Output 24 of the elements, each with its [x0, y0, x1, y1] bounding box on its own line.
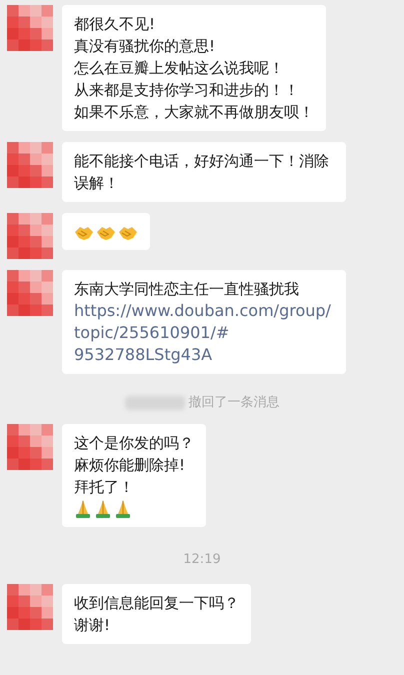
message-text: 能不能接个电话，好好沟通一下！消除误解！: [74, 151, 330, 194]
message-text: 真没有骚扰你的意思!: [74, 36, 216, 57]
handshake-icon: [118, 224, 138, 242]
message-text: 收到信息能回复一下吗？: [74, 593, 239, 614]
handshake-icon: [96, 224, 116, 242]
message-text: 麻烦你能删除掉!: [74, 454, 186, 476]
message-text: 都很久不见!: [74, 14, 156, 35]
handshake-icon: [74, 224, 94, 242]
link[interactable]: https://www.douban.com/group/topic/255610901/#9532788LStg43A: [74, 300, 334, 366]
message-text: 东南大学同性恋主任一直性骚扰我: [74, 279, 300, 300]
message-text: 这个是你发的吗？: [74, 432, 194, 454]
avatar[interactable]: [7, 584, 53, 630]
avatar[interactable]: [7, 142, 53, 188]
avatar[interactable]: [7, 213, 53, 259]
message-text: 从来都是支持你学习和进步的！！: [74, 80, 300, 101]
message-text: 拜托了！: [74, 476, 135, 498]
avatar[interactable]: [7, 424, 53, 470]
message-text: 如果不乐意，大家就不再做朋友呗！: [74, 102, 314, 123]
recall-notice: 撤回了一条消息: [188, 394, 280, 412]
timestamp: 12:19: [183, 550, 221, 568]
avatar[interactable]: [7, 270, 53, 316]
message-text: 谢谢!: [74, 615, 112, 636]
message-text: 怎么在豆瓣上发帖这么说我呢！: [74, 58, 285, 79]
avatar[interactable]: [7, 5, 53, 51]
